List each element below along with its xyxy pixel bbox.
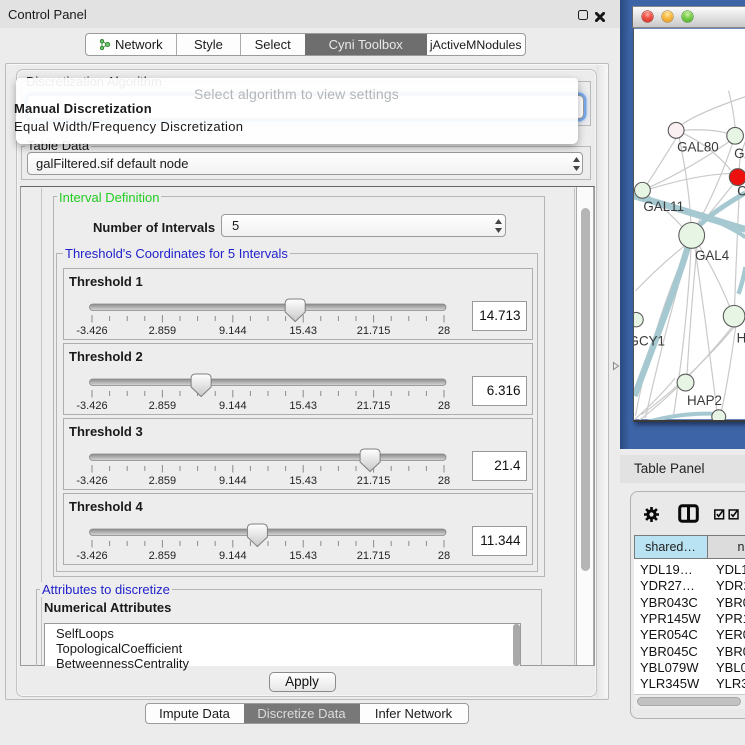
svg-text:28: 28 bbox=[438, 325, 450, 337]
svg-text:2.859: 2.859 bbox=[149, 475, 177, 487]
svg-text:21.715: 21.715 bbox=[357, 400, 391, 412]
svg-text:-3.426: -3.426 bbox=[76, 550, 107, 562]
svg-text:15.43: 15.43 bbox=[289, 550, 317, 562]
svg-text:-3.426: -3.426 bbox=[76, 325, 107, 337]
svg-text:9.144: 9.144 bbox=[219, 325, 247, 337]
svg-text:9.144: 9.144 bbox=[219, 475, 247, 487]
svg-text:CY: CY bbox=[737, 183, 745, 198]
svg-text:15.43: 15.43 bbox=[289, 475, 317, 487]
svg-text:28: 28 bbox=[438, 550, 450, 562]
svg-text:15.43: 15.43 bbox=[289, 400, 317, 412]
svg-text:HI: HI bbox=[736, 330, 745, 345]
svg-text:21.715: 21.715 bbox=[357, 325, 391, 337]
svg-text:21.715: 21.715 bbox=[357, 475, 391, 487]
svg-text:28: 28 bbox=[438, 475, 450, 487]
svg-text:9.144: 9.144 bbox=[219, 550, 247, 562]
svg-text:2.859: 2.859 bbox=[149, 550, 177, 562]
svg-text:2.859: 2.859 bbox=[149, 400, 177, 412]
svg-text:GCY1: GCY1 bbox=[633, 333, 665, 348]
svg-text:21.715: 21.715 bbox=[357, 550, 391, 562]
svg-text:GAL4: GAL4 bbox=[694, 248, 729, 263]
svg-text:GA: GA bbox=[734, 146, 745, 161]
svg-text:28: 28 bbox=[438, 400, 450, 412]
svg-text:GAL80: GAL80 bbox=[677, 139, 719, 154]
svg-text:GAL11: GAL11 bbox=[643, 199, 684, 214]
svg-text:-3.426: -3.426 bbox=[76, 400, 107, 412]
svg-text:9.144: 9.144 bbox=[219, 400, 247, 412]
svg-text:-3.426: -3.426 bbox=[76, 475, 107, 487]
svg-text:HAP2: HAP2 bbox=[687, 392, 722, 407]
svg-text:2.859: 2.859 bbox=[149, 325, 177, 337]
svg-text:15.43: 15.43 bbox=[289, 325, 317, 337]
